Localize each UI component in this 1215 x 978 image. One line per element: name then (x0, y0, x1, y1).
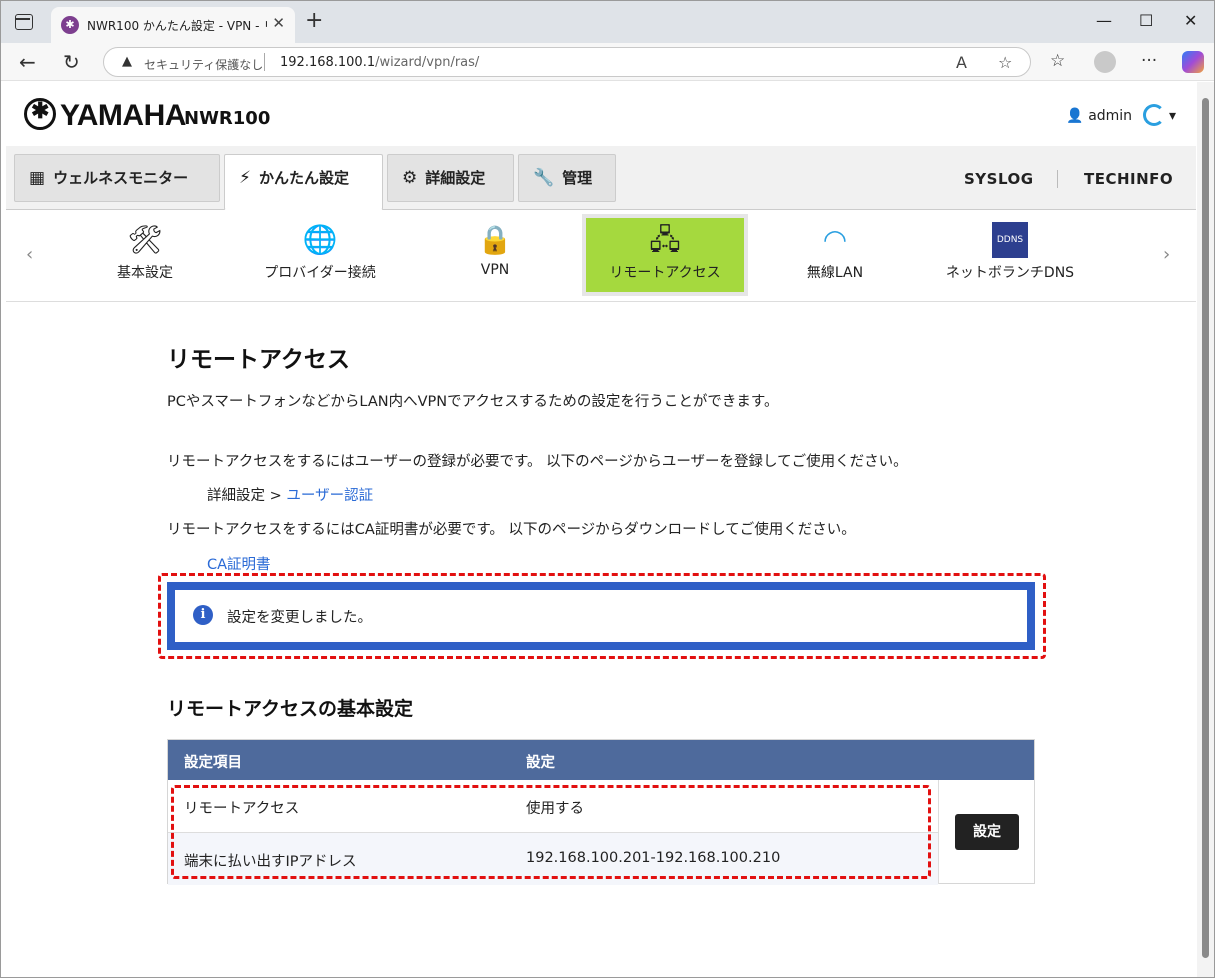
subnav-provider[interactable]: 🌐 プロバイダー接続 (237, 214, 403, 296)
scroll-thumb[interactable] (1202, 98, 1209, 958)
notice-box: i 設定を変更しました。 (167, 582, 1035, 650)
user-auth-path: 詳細設定 > ユーザー認証 (207, 484, 373, 505)
warning-icon: ▲ (122, 54, 132, 69)
more-icon[interactable]: ··· (1141, 51, 1157, 71)
model-name: NWR100 (184, 108, 271, 129)
grid-icon: ▦ (29, 168, 46, 188)
rows-highlight (171, 785, 931, 879)
router-page: YAMAHA NWR100 👤 admin ▾ ▦ ウェルネスモニター ⚡ かんたん… (6, 82, 1196, 977)
browser-toolbar: ← ↻ ▲ セキュリティ保護なし 192.168.100.1/wizard/vp… (1, 43, 1214, 81)
techinfo-link[interactable]: TECHINFO (1084, 170, 1173, 188)
notice-message: 設定を変更しました。 (227, 610, 372, 626)
favorite-star-icon[interactable]: ☆ (998, 53, 1012, 72)
globe-icon: 🌐 (302, 223, 338, 256)
user-name: admin (1088, 108, 1133, 124)
reload-icon[interactable]: ↻ (63, 50, 80, 74)
intro-text: PCやスマートフォンなどからLAN内へVPNでアクセスするための設定を行うことが… (167, 394, 779, 410)
security-label: セキュリティ保護なし (144, 58, 264, 72)
subnav-label: プロバイダー接続 (264, 265, 376, 281)
remote-access-icon: 🖧 (649, 223, 681, 256)
ca-certificate-link[interactable]: CA証明書 (207, 553, 271, 574)
syslog-link[interactable]: SYSLOG (964, 170, 1034, 188)
sub-navigation: ‹ 🛠 基本設定 🌐 プロバイダー接続 🔒 VPN 🖧 リモートアクセス ◠ 無線LAN … (6, 210, 1196, 302)
info-icon: i (193, 605, 213, 625)
yamaha-favicon-icon: ✱ (61, 16, 79, 34)
header-value: 設定 (526, 755, 555, 771)
dropdown-caret-icon: ▾ (1168, 108, 1176, 124)
user-menu[interactable]: 👤 admin ▾ (1066, 104, 1176, 126)
status-ring-icon (1142, 104, 1165, 126)
wifi-icon: ◠ (822, 223, 848, 256)
user-registration-note: リモートアクセスをするにはユーザーの登録が必要です。 以下のページからユーザーを… (167, 454, 908, 470)
subnav-label: ネットボランチDNS (945, 265, 1075, 281)
url-host: 192.168.100.1 (280, 55, 376, 70)
wrench-icon: 🔧 (533, 168, 555, 188)
scroll-right-icon[interactable]: › (1163, 244, 1170, 265)
magic-wand-icon: ⚡ (239, 168, 251, 188)
settings-button[interactable]: 設定 (955, 814, 1019, 850)
tab-management[interactable]: 🔧 管理 (518, 154, 616, 202)
tab-advanced-settings[interactable]: ⚙ 詳細設定 (387, 154, 514, 202)
tab-label: 管理 (562, 169, 593, 187)
ddns-icon: DDNS (992, 222, 1028, 258)
ca-certificate-note: リモートアクセスをするにはCA証明書が必要です。 以下のページからダウンロードし… (167, 522, 856, 538)
close-tab-icon[interactable]: ✕ (272, 14, 285, 32)
tab-label: 詳細設定 (425, 169, 486, 187)
header-item: 設定項目 (184, 755, 242, 771)
read-aloud-icon[interactable]: A (956, 53, 967, 72)
favorites-icon[interactable]: ☆ (1050, 51, 1065, 71)
main-content: リモートアクセス PCやスマートフォンなどからLAN内へVPNでアクセスするため… (158, 340, 1046, 885)
url-text: 192.168.100.1/wizard/vpn/ras/ (280, 55, 479, 70)
browser-tab[interactable]: ✱ NWR100 かんたん設定 - VPN - リモ ✕ (51, 7, 295, 43)
minimize-icon[interactable]: — (1096, 11, 1112, 30)
tab-wellness-monitor[interactable]: ▦ ウェルネスモニター (14, 154, 220, 202)
subnav-basic-settings[interactable]: 🛠 基本設定 (62, 214, 228, 296)
tab-title: NWR100 かんたん設定 - VPN - リモ (87, 19, 267, 33)
subnav-label: リモートアクセス (609, 265, 721, 281)
copilot-icon[interactable] (1182, 51, 1204, 73)
subnav-label: 基本設定 (117, 265, 173, 281)
new-tab-icon[interactable]: + (305, 10, 323, 32)
tab-easy-setup[interactable]: ⚡ かんたん設定 (224, 154, 383, 210)
tab-label: かんたん設定 (258, 169, 349, 187)
column-divider (938, 780, 939, 884)
yamaha-logo: YAMAHA (24, 98, 186, 133)
user-icon: 👤 (1066, 108, 1084, 124)
maximize-icon[interactable]: ☐ (1139, 11, 1153, 30)
tools-icon: 🛠 (127, 223, 163, 256)
scroll-left-icon[interactable]: ‹ (26, 244, 33, 265)
header-divider (1057, 170, 1058, 188)
section-title: リモートアクセスの基本設定 (167, 698, 414, 720)
scrollbar[interactable] (1197, 82, 1214, 977)
sidebar-toggle-icon[interactable] (15, 14, 33, 30)
title-bar: ✱ NWR100 かんたん設定 - VPN - リモ ✕ + — ☐ ✕ (1, 1, 1214, 43)
subnav-label: 無線LAN (806, 265, 864, 281)
path-prefix: 詳細設定 > (207, 488, 287, 504)
subnav-label: VPN (480, 262, 510, 278)
brand-text: YAMAHA (60, 99, 186, 132)
lock-house-icon: 🔒 (477, 223, 513, 256)
close-window-icon[interactable]: ✕ (1184, 11, 1197, 30)
address-bar[interactable]: ▲ セキュリティ保護なし 192.168.100.1/wizard/vpn/ra… (103, 47, 1031, 77)
browser-window: ✱ NWR100 かんたん設定 - VPN - リモ ✕ + — ☐ ✕ ← ↻… (0, 0, 1215, 978)
subnav-wireless-lan[interactable]: ◠ 無線LAN (752, 214, 918, 296)
url-divider (264, 53, 265, 71)
url-path: /wizard/vpn/ras/ (375, 55, 480, 70)
user-auth-link[interactable]: ユーザー認証 (286, 488, 373, 504)
yamaha-mark-icon (24, 98, 56, 130)
back-icon[interactable]: ← (19, 50, 36, 74)
subnav-ddns[interactable]: DDNS ネットボランチDNS (927, 214, 1093, 296)
profile-avatar-icon[interactable] (1094, 51, 1116, 73)
subnav-remote-access[interactable]: 🖧 リモートアクセス (582, 214, 748, 296)
table-header: 設定項目 設定 (168, 740, 1034, 780)
subnav-vpn[interactable]: 🔒 VPN (412, 214, 578, 296)
gear-icon: ⚙ (402, 168, 418, 188)
tab-label: ウェルネスモニター (53, 169, 189, 187)
page-title: リモートアクセス (167, 347, 350, 373)
main-tabs: ▦ ウェルネスモニター ⚡ かんたん設定 ⚙ 詳細設定 🔧 管理 SYSLOG TECH… (6, 146, 1196, 210)
